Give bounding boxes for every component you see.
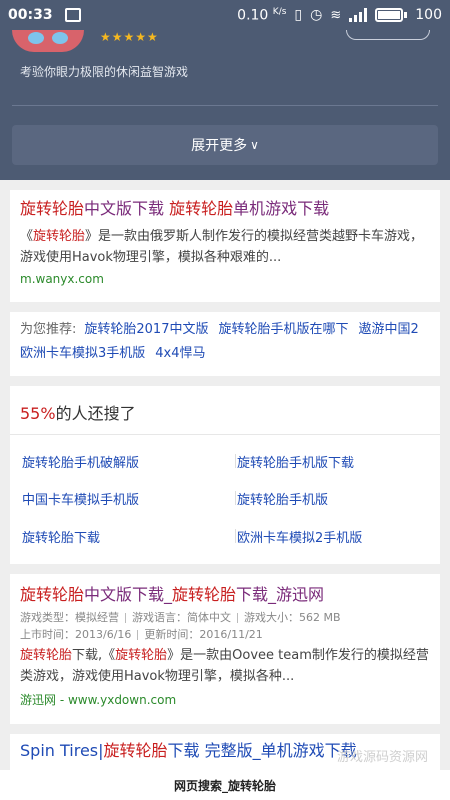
recommend-line: 为您推荐: 旋转轮胎2017中文版 旋转轮胎手机版在哪下 遨游中国2 欧洲卡车模拟3手机… [20, 318, 430, 366]
divider [235, 454, 236, 468]
battery-level: 100 [415, 7, 442, 23]
recommend-link[interactable]: 欧洲卡车模拟3手机版 [20, 346, 145, 361]
recommend-link[interactable]: 旋转轮胎手机版在哪下 [218, 322, 348, 337]
result-snippet: 旋转轮胎下载,《旋转轮胎》是一款由Oovee team制作发行的模拟经营类游戏，… [20, 648, 429, 684]
watermark: 游戏源码资源网 [336, 750, 428, 765]
divider [10, 434, 440, 435]
related-title: 55%的人还搜了 [20, 404, 136, 423]
network-speed: 0.10 K/s [237, 6, 287, 24]
app-logo[interactable] [12, 30, 84, 52]
related-link[interactable]: 旋转轮胎下载 [22, 527, 100, 546]
result-url[interactable]: m.wanyx.com [20, 272, 430, 286]
divider [12, 105, 438, 106]
recommend-card: 为您推荐: 旋转轮胎2017中文版 旋转轮胎手机版在哪下 遨游中国2 欧洲卡车模拟3手机… [10, 312, 440, 376]
result-snippet: 《旋转轮胎》是一款由俄罗斯人制作发行的模拟经营类越野卡车游戏，游戏使用Havok… [20, 229, 424, 265]
divider [235, 529, 236, 543]
related-link[interactable]: 旋转轮胎手机破解版 [22, 452, 139, 471]
page-title: 网页搜索_旋转轮胎 [0, 770, 450, 800]
notification-icon [64, 8, 81, 22]
battery-icon [375, 8, 408, 22]
wifi-icon: ≋ [330, 7, 342, 23]
recommend-link[interactable]: 旋转轮胎2017中文版 [84, 322, 208, 337]
alarm-icon: ◷ [310, 7, 323, 23]
app-description: 考验你眼力极限的休闲益智游戏 [20, 65, 189, 79]
chevron-down-icon: ∨ [250, 138, 259, 152]
related-searches-card: 55%的人还搜了 旋转轮胎手机破解版 旋转轮胎手机版下载 中国卡车模拟手机版 旋… [10, 386, 440, 564]
result-url[interactable]: 游迅网 - www.yxdown.com [20, 691, 430, 708]
app-card: ★★★★★ 考验你眼力极限的休闲益智游戏 展开更多 ∨ [0, 30, 450, 180]
result-meta: 上市时间：2013/6/16 更新时间：2016/11/21 [20, 628, 263, 641]
rating-stars: ★★★★★ [100, 30, 159, 44]
recommend-prefix: 为您推荐: [20, 322, 77, 337]
status-bar: 00:33 0.10 K/s ▯ ◷ ≋ 100 [0, 0, 450, 30]
search-result: 旋转轮胎中文版下载 旋转轮胎单机游戏下载 《旋转轮胎》是一款由俄罗斯人制作发行的… [10, 190, 440, 302]
signal-icon [349, 8, 368, 22]
notification-icons [64, 8, 81, 22]
search-result: 旋转轮胎中文版下载_旋转轮胎下载_游迅网 游戏类型：模拟经营 游戏语言：简体中文游… [10, 574, 440, 724]
related-link[interactable]: 欧洲卡车模拟2手机版 [237, 527, 362, 546]
expand-more-label: 展开更多 [191, 138, 248, 154]
related-link[interactable]: 旋转轮胎手机版 [237, 489, 328, 508]
vibrate-icon: ▯ [294, 7, 303, 23]
related-link[interactable]: 旋转轮胎手机版下载 [237, 452, 354, 471]
result-title-link[interactable]: 旋转轮胎中文版下载 旋转轮胎单机游戏下载 [20, 198, 430, 220]
divider [235, 491, 236, 505]
status-time: 00:33 [8, 7, 53, 23]
app-action-button[interactable] [346, 30, 430, 40]
recommend-link[interactable]: 遨游中国2 [359, 322, 419, 337]
expand-more-button[interactable]: 展开更多 ∨ [12, 125, 438, 165]
status-right: 0.10 K/s ▯ ◷ ≋ 100 [237, 7, 442, 24]
recommend-link[interactable]: 4x4悍马 [155, 346, 205, 361]
result-meta: 游戏类型：模拟经营 游戏语言：简体中文 游戏大小：562 MB [20, 611, 341, 624]
related-link[interactable]: 中国卡车模拟手机版 [22, 489, 139, 508]
result-title-link[interactable]: 旋转轮胎中文版下载_旋转轮胎下载_游迅网 [20, 584, 430, 606]
